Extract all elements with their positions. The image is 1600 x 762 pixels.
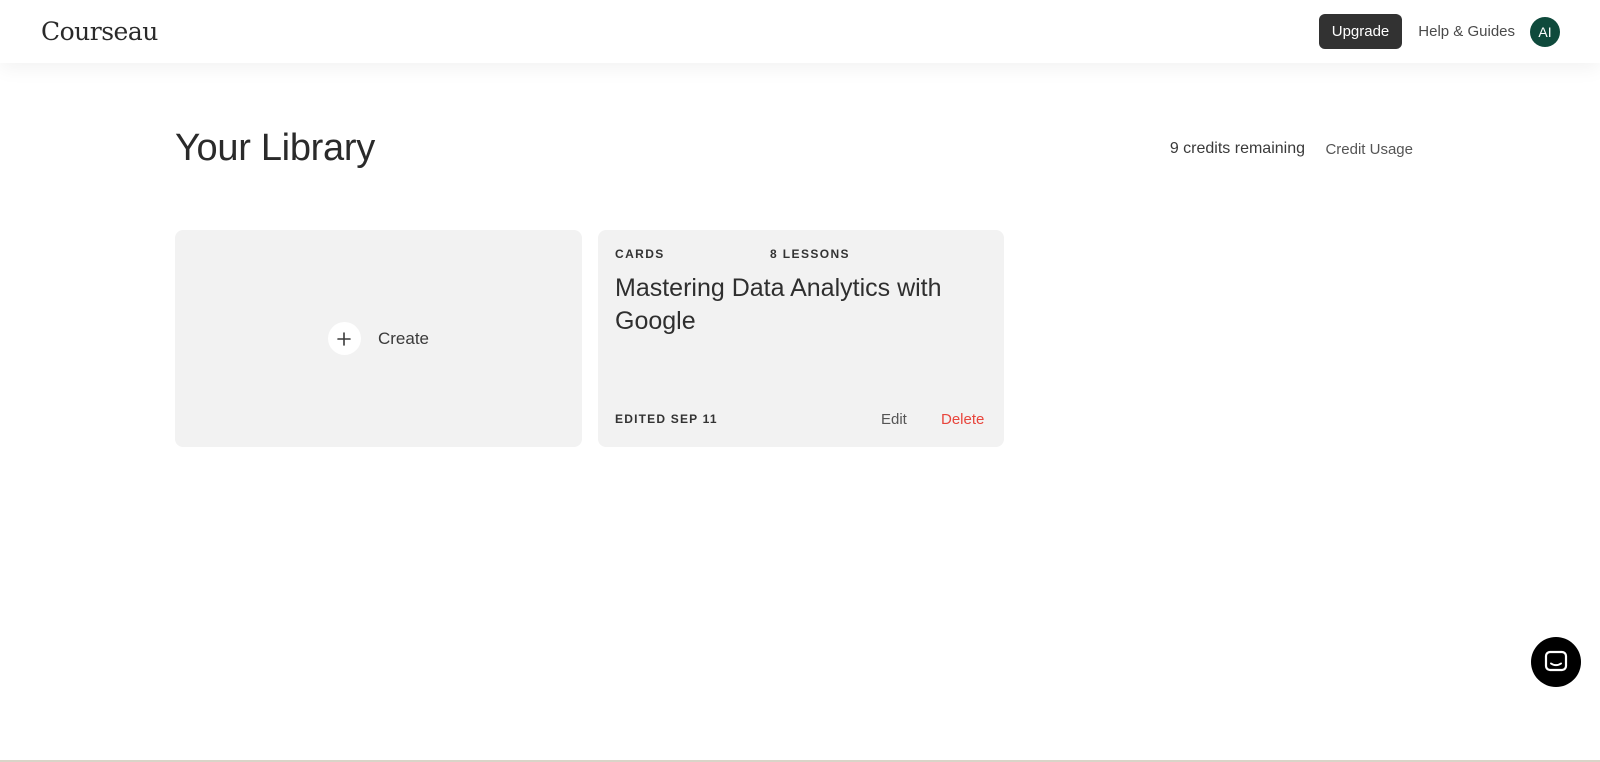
topbar-actions: Upgrade Help & Guides AI (1318, 14, 1560, 49)
top-navigation-bar: Courseau Upgrade Help & Guides AI (0, 0, 1600, 63)
edit-course-button[interactable]: Edit (881, 411, 907, 428)
edited-date: EDITED SEP 11 (615, 412, 718, 426)
upgrade-button[interactable]: Upgrade (1318, 14, 1403, 49)
credit-usage-link[interactable]: Credit Usage (1325, 141, 1413, 158)
create-label: Create (377, 328, 430, 348)
help-guides-link[interactable]: Help & Guides (1418, 23, 1515, 40)
chat-icon (1544, 650, 1568, 672)
user-avatar[interactable]: AI (1530, 16, 1560, 47)
library-header: Your Library 9 credits remaining Credit … (175, 63, 1415, 193)
page-title: Your Library (175, 127, 375, 169)
course-title: Mastering Data Analytics with Google (615, 274, 942, 335)
chat-widget-button[interactable] (1531, 637, 1581, 687)
library-main: Your Library 9 credits remaining Credit … (175, 63, 1415, 447)
course-card-grid: Create CARDS 8 LESSONS Mastering Data An… (175, 230, 1004, 447)
plus-icon (327, 322, 361, 355)
create-card-content: Create (327, 322, 430, 355)
course-card[interactable]: CARDS 8 LESSONS Mastering Data Analytics… (598, 230, 1004, 447)
lesson-count: 8 LESSONS (770, 247, 850, 261)
app-logo[interactable]: Courseau (41, 17, 158, 46)
delete-course-button[interactable]: Delete (941, 411, 984, 428)
course-type-label: CARDS (615, 247, 665, 261)
credits-remaining: 9 credits remaining (1169, 140, 1305, 157)
create-course-card[interactable]: Create (175, 230, 582, 447)
